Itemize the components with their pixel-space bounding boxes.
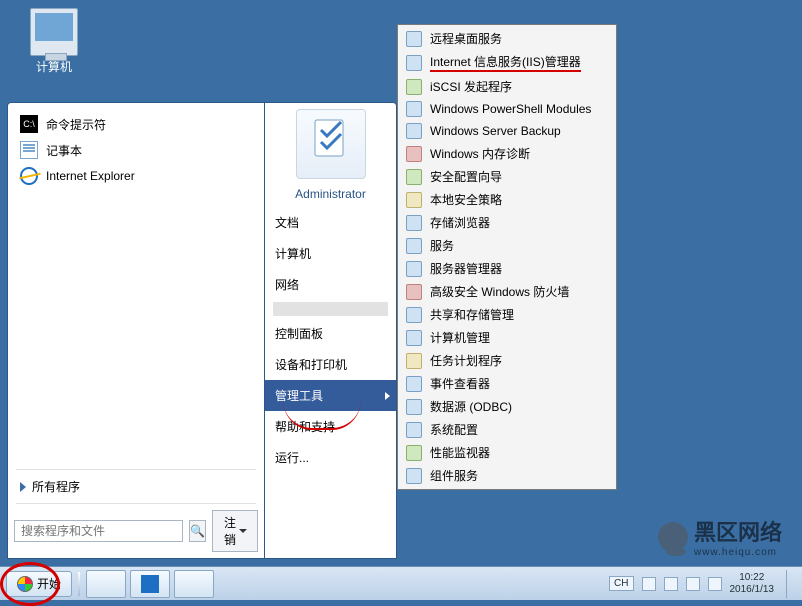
arrow-right-icon <box>385 392 390 400</box>
computer-mgmt-icon <box>406 330 422 346</box>
admin-tools-submenu: 远程桌面服务 Internet 信息服务(IIS)管理器 iSCSI 发起程序 … <box>397 24 617 490</box>
menu-documents[interactable]: 文档 <box>265 207 396 238</box>
separator <box>16 503 256 504</box>
iis-icon <box>406 55 422 71</box>
memory-icon <box>406 146 422 162</box>
submenu-item[interactable]: 事件查看器 <box>400 372 614 395</box>
language-indicator[interactable]: CH <box>609 576 633 591</box>
folder-icon <box>406 31 422 47</box>
taskbar-explorer[interactable] <box>174 570 214 598</box>
submenu-item[interactable]: 存储浏览器 <box>400 211 614 234</box>
submenu-item[interactable]: 共享和存储管理 <box>400 303 614 326</box>
submenu-item[interactable]: 高级安全 Windows 防火墙 <box>400 280 614 303</box>
computer-icon <box>30 8 78 56</box>
submenu-item[interactable]: 计算机管理 <box>400 326 614 349</box>
menu-network[interactable]: 网络 <box>265 269 396 300</box>
submenu-item-iis[interactable]: Internet 信息服务(IIS)管理器 <box>400 50 614 75</box>
pinned-cmd[interactable]: C:\ 命令提示符 <box>14 111 258 137</box>
separator <box>16 469 256 470</box>
storage-icon <box>406 215 422 231</box>
user-avatar <box>296 109 366 179</box>
search-input[interactable] <box>14 520 183 542</box>
submenu-item[interactable]: 组件服务 <box>400 464 614 487</box>
watermark: 黑区网络 www.heiqu.com <box>658 515 782 558</box>
clock[interactable]: 10:22 2016/1/13 <box>730 572 775 596</box>
submenu-item[interactable]: 安全配置向导 <box>400 165 614 188</box>
system-tray: CH 10:22 2016/1/13 <box>609 570 796 598</box>
submenu-item[interactable]: 数据源 (ODBC) <box>400 395 614 418</box>
submenu-item[interactable]: 服务 <box>400 234 614 257</box>
firewall-icon <box>406 284 422 300</box>
submenu-item[interactable]: 远程桌面服务 <box>400 27 614 50</box>
start-menu-left: C:\ 命令提示符 记事本 Internet Explorer 所有程序 🔍 注… <box>7 102 265 559</box>
services-icon <box>406 238 422 254</box>
menu-computer[interactable]: 计算机 <box>265 238 396 269</box>
tray-volume-icon[interactable] <box>708 577 722 591</box>
submenu-item[interactable]: 服务器管理器 <box>400 257 614 280</box>
tray-icon[interactable] <box>664 577 678 591</box>
submenu-item[interactable]: 性能监视器 <box>400 441 614 464</box>
pinned-notepad[interactable]: 记事本 <box>14 137 258 163</box>
logout-button[interactable]: 注销 <box>212 510 258 552</box>
pinned-list: C:\ 命令提示符 记事本 Internet Explorer <box>12 107 260 193</box>
submenu-item[interactable]: Windows PowerShell Modules <box>400 98 614 120</box>
watermark-logo-icon <box>658 522 688 552</box>
share-icon <box>406 307 422 323</box>
odbc-icon <box>406 399 422 415</box>
menu-control-panel[interactable]: 控制面板 <box>265 318 396 349</box>
powershell-icon <box>141 575 159 593</box>
submenu-item[interactable]: iSCSI 发起程序 <box>400 75 614 98</box>
all-programs[interactable]: 所有程序 <box>12 472 260 501</box>
taskbar: 开始 CH 10:22 2016/1/13 <box>0 566 802 600</box>
annotation-circle <box>0 562 60 606</box>
user-label: Administrator <box>265 187 396 201</box>
menu-devices[interactable]: 设备和打印机 <box>265 349 396 380</box>
taskbar-server-manager[interactable] <box>86 570 126 598</box>
component-services-icon <box>406 468 422 484</box>
menu-admin-tools[interactable]: 管理工具 <box>265 380 396 411</box>
show-desktop-button[interactable] <box>786 570 796 598</box>
search-icon[interactable]: 🔍 <box>189 520 206 542</box>
ie-icon <box>20 167 38 185</box>
local-security-icon <box>406 192 422 208</box>
taskbar-powershell[interactable] <box>130 570 170 598</box>
task-scheduler-icon <box>406 353 422 369</box>
iscsi-icon <box>406 79 422 95</box>
powershell-icon <box>406 101 422 117</box>
submenu-item[interactable]: Windows 内存诊断 <box>400 142 614 165</box>
submenu-item[interactable]: Windows Server Backup <box>400 120 614 142</box>
server-manager-icon <box>406 261 422 277</box>
tray-network-icon[interactable] <box>686 577 700 591</box>
menu-help[interactable]: 帮助和支持 <box>265 411 396 442</box>
security-wizard-icon <box>406 169 422 185</box>
pinned-ie[interactable]: Internet Explorer <box>14 163 258 189</box>
perf-monitor-icon <box>406 445 422 461</box>
explorer-icon <box>185 575 203 593</box>
system-config-icon <box>406 422 422 438</box>
backup-icon <box>406 123 422 139</box>
submenu-item[interactable]: 任务计划程序 <box>400 349 614 372</box>
notepad-icon <box>20 141 38 159</box>
start-menu-right: Administrator 文档 计算机 网络 控制面板 设备和打印机 管理工具… <box>265 102 397 559</box>
tray-icon[interactable] <box>642 577 656 591</box>
cmd-icon: C:\ <box>20 115 38 133</box>
submenu-item[interactable]: 系统配置 <box>400 418 614 441</box>
menu-run[interactable]: 运行... <box>265 442 396 473</box>
chevron-down-icon <box>239 529 247 533</box>
submenu-item[interactable]: 本地安全策略 <box>400 188 614 211</box>
arrow-right-icon <box>20 482 26 492</box>
desktop-icon-computer[interactable]: 计算机 <box>18 8 90 75</box>
event-viewer-icon <box>406 376 422 392</box>
server-manager-icon <box>97 575 115 593</box>
